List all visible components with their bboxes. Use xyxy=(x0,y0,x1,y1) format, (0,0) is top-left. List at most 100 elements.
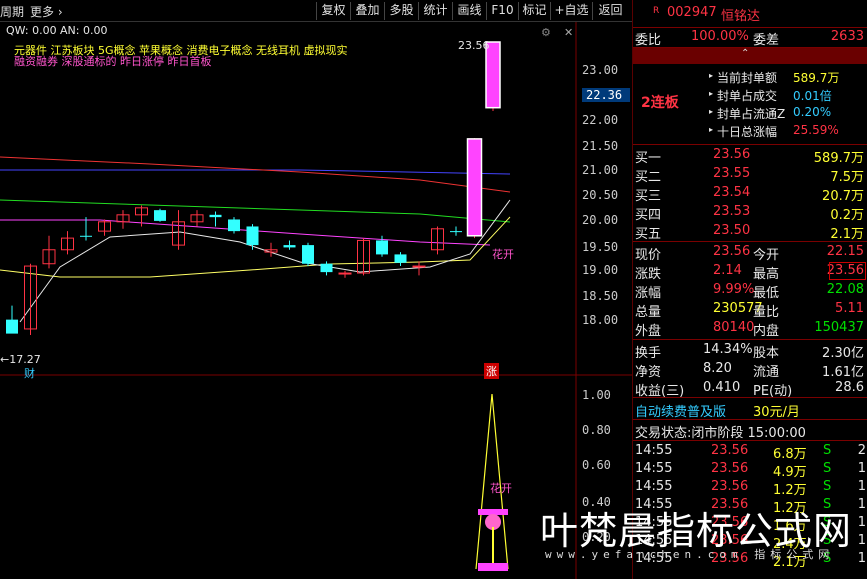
bullet-icon: ▸ xyxy=(709,71,714,80)
bid-price: 23.53 xyxy=(713,204,751,219)
quote-label: 最高 xyxy=(753,267,780,282)
quote-label: 涨跌 xyxy=(635,267,662,282)
bid-row[interactable]: 买四 23.53 0.2万 xyxy=(633,203,867,223)
seal-info-label: 封单占成交 xyxy=(717,89,778,103)
more-button[interactable]: 更多 › xyxy=(30,3,63,20)
weibi-label: 委比 xyxy=(635,33,662,48)
price-tick-label: 20.00 xyxy=(582,213,619,227)
seal-info-row: ▸ 当前封单额 589.7万 xyxy=(633,68,867,86)
seal-info-label: 封单占流通Z xyxy=(717,107,786,121)
quote-value: 9.99% xyxy=(713,282,755,297)
high-price-label: 23.56 xyxy=(458,39,490,52)
tick-count: 1 xyxy=(857,497,866,512)
tick-row: 14:55 23.56 1.2万 S 1 xyxy=(633,478,867,498)
quote-label: 最低 xyxy=(753,286,780,301)
limit-up-badge[interactable]: 涨 xyxy=(484,363,499,379)
tick-price: 23.56 xyxy=(711,479,749,494)
price-tick-label: 21.50 xyxy=(582,139,619,153)
quote-row: 现价 23.56 今开 22.15 xyxy=(633,243,867,263)
tick-side: S xyxy=(823,461,832,476)
bid-price: 23.56 xyxy=(713,147,751,162)
weibi-row: 委比 100.00% 委差 2633 xyxy=(633,28,867,48)
quote-row: 总量 230577 量比 5.11 xyxy=(633,300,867,320)
bid-volume: 20.7万 xyxy=(822,189,864,204)
toolbar-button[interactable]: F10 xyxy=(486,2,518,20)
quote-label: 量比 xyxy=(753,305,780,320)
seal-info-value: 0.20% xyxy=(793,105,832,119)
promo-row[interactable]: 自动续费普及版 30元/月 xyxy=(633,400,867,420)
tick-time: 14:55 xyxy=(635,461,673,476)
candle-body xyxy=(283,245,296,248)
finance-badge[interactable]: 财 xyxy=(24,365,35,381)
toolbar-button[interactable]: 返回 xyxy=(592,2,628,20)
flower-marker-lower: 花开 xyxy=(490,482,512,495)
stock-header: R 002947 恒铭达 xyxy=(633,4,867,24)
status-tags: 融资融券 深股通标的 昨日涨停 昨日首板 xyxy=(14,55,212,68)
kline-chart[interactable]: QW: 0.00 AN: 0.00 元器件 江苏板块 5G概念 苹果概念 消费电… xyxy=(0,22,632,579)
top-toolbar: 周期 更多 › 复权 叠加 多股 统计 画线 F10 标记 +自选 返回 xyxy=(0,0,632,22)
bid-row[interactable]: 买一 23.56 589.7万 xyxy=(633,146,867,166)
lower-tick-label: 0.60 xyxy=(582,458,611,472)
seal-info-value: 589.7万 xyxy=(793,71,840,85)
watermark-url: www.yefanchen.com 指标公式网 xyxy=(545,548,835,561)
weibi-value: 100.00% xyxy=(691,29,749,44)
candle-body xyxy=(302,245,314,264)
bid-volume: 0.2万 xyxy=(830,208,864,223)
lower-tick-label: 0.80 xyxy=(582,423,611,437)
quote-value: 22.08 xyxy=(826,282,864,297)
seal-info-row: ▸ 十日总涨幅 25.59% xyxy=(633,122,867,140)
flower-marker-upper: 花开 xyxy=(492,248,514,261)
tick-count: 1 xyxy=(857,551,866,566)
period-button[interactable]: 周期 xyxy=(0,3,24,20)
quote-label: 涨幅 xyxy=(635,286,662,301)
bid-row[interactable]: 买二 23.55 7.5万 xyxy=(633,165,867,185)
toolbar-button[interactable]: 多股 xyxy=(384,2,418,20)
toolbar-button[interactable]: 画线 xyxy=(452,2,486,20)
stock-name: 恒铭达 xyxy=(721,9,761,24)
an-readout: AN: 0.00 xyxy=(60,24,108,37)
quote-value: 23.56 xyxy=(713,244,751,259)
toolbar-button[interactable]: 统计 xyxy=(418,2,452,20)
seal-info-value: 0.01倍 xyxy=(793,89,832,103)
current-price-marker: 22.36 xyxy=(582,88,630,102)
more-label: 更多 xyxy=(30,5,55,19)
tick-time: 14:55 xyxy=(635,443,673,458)
price-tick-label: 18.00 xyxy=(582,313,619,327)
quote-row: 涨幅 9.99% 最低 22.08 xyxy=(633,281,867,301)
settings-gear-icon[interactable]: ⚙ xyxy=(541,26,551,39)
collapse-bar[interactable]: ⌃ xyxy=(633,48,867,64)
bid-row[interactable]: 买三 23.54 20.7万 xyxy=(633,184,867,204)
candle-body xyxy=(80,235,92,237)
bullet-icon: ▸ xyxy=(709,89,714,98)
stat-value: 0.410 xyxy=(703,380,741,395)
stat-value: 28.6 xyxy=(835,380,864,395)
toolbar-button[interactable]: +自选 xyxy=(550,2,592,20)
stat-label: 净资 xyxy=(635,365,662,380)
promo-price: 30元/月 xyxy=(753,405,800,420)
close-icon[interactable]: ✕ xyxy=(564,26,573,39)
price-tick-label: 19.50 xyxy=(582,240,619,254)
tick-row: 14:55 23.56 4.9万 S 1 xyxy=(633,460,867,480)
quote-panel: R 002947 恒铭达 委比 100.00% 委差 2633 ⌃ 2连板 ▸ 当… xyxy=(632,0,867,579)
bid-row[interactable]: 买五 23.50 2.1万 xyxy=(633,222,867,242)
tick-count: 1 xyxy=(857,479,866,494)
seal-info-row: ▸ 封单占成交 0.01倍 xyxy=(633,86,867,104)
price-tick-label: 22.00 xyxy=(582,113,619,127)
bid-label: 买一 xyxy=(635,151,662,166)
stat-row: 收益(三) 0.410 PE(动) 28.6 xyxy=(633,379,867,399)
bid-volume: 589.7万 xyxy=(813,151,864,166)
toolbar-button[interactable]: 复权 xyxy=(316,2,350,20)
qw-readout: QW: 0.00 xyxy=(6,24,57,37)
limit-up-bar xyxy=(466,138,483,237)
quote-row: 外盘 80140 内盘 150437 xyxy=(633,319,867,339)
bid-label: 买三 xyxy=(635,189,662,204)
toolbar-button[interactable]: 标记 xyxy=(518,2,550,20)
stat-label: 股本 xyxy=(753,346,780,361)
quote-value: 22.15 xyxy=(826,244,864,259)
stat-value: 1.61亿 xyxy=(822,365,864,380)
tick-row: 14:55 23.56 6.8万 S 2 xyxy=(633,442,867,462)
candle-body xyxy=(228,219,240,232)
stat-label: 换手 xyxy=(635,346,662,361)
bullet-icon: ▸ xyxy=(709,107,714,116)
toolbar-button[interactable]: 叠加 xyxy=(350,2,384,20)
